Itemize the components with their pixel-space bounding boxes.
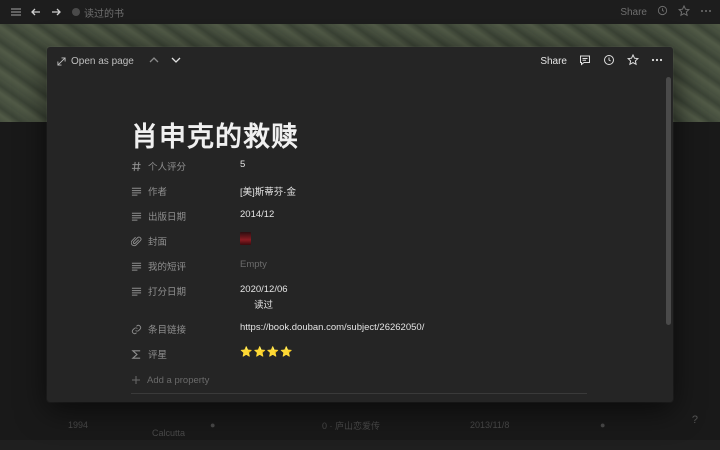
bg-cell: 1994 <box>68 420 89 430</box>
bg-cell: 2013/11/8 <box>470 420 510 430</box>
property-row[interactable]: 作者 [美]斯蒂芬·金 <box>131 180 611 205</box>
paperclip-icon <box>131 236 142 246</box>
modal-header: Open as page Share <box>47 47 673 75</box>
breadcrumb[interactable]: 读过的书 <box>72 5 124 20</box>
property-name[interactable]: 封面 <box>131 230 240 248</box>
bottom-strip <box>0 440 720 450</box>
text-icon <box>131 262 142 271</box>
property-row[interactable]: 打分日期 2020/12/06 读过 <box>131 280 611 318</box>
chevron-up-icon[interactable] <box>148 54 160 69</box>
page-peek-modal: Open as page Share 肖申克的救赎 个人评分 5 作者 [美]斯… <box>47 47 673 402</box>
bg-dot-icon: ● <box>210 420 216 430</box>
top-star-icon[interactable] <box>677 4 691 20</box>
property-row[interactable]: 我的短评 Empty <box>131 255 611 280</box>
page-title[interactable]: 肖申克的救赎 <box>131 115 299 154</box>
top-share-button[interactable]: Share <box>620 7 647 18</box>
forward-arrow-icon[interactable] <box>48 4 64 20</box>
property-name[interactable]: 出版日期 <box>131 205 240 223</box>
breadcrumb-label: 读过的书 <box>84 8 124 20</box>
bg-cell: 0 · 庐山恋爱传 <box>322 420 381 431</box>
comment-icon[interactable] <box>579 54 591 69</box>
link-icon <box>131 324 142 334</box>
top-bar: 读过的书 Share <box>0 0 720 24</box>
sigma-icon <box>131 349 141 359</box>
property-row[interactable]: 条目链接 https://book.douban.com/subject/262… <box>131 318 611 343</box>
property-name-label: 封面 <box>148 237 168 248</box>
cover-thumbnail[interactable] <box>240 232 251 245</box>
property-name-label: 打分日期 <box>148 287 187 298</box>
history-icon[interactable] <box>603 54 615 69</box>
text-icon <box>131 212 142 221</box>
back-arrow-icon[interactable] <box>28 4 44 20</box>
property-row[interactable]: 封面 <box>131 230 611 255</box>
property-name[interactable]: 个人评分 <box>131 155 240 173</box>
chevron-down-icon[interactable] <box>170 54 182 69</box>
property-value-link[interactable]: https://book.douban.com/subject/26262050… <box>240 318 424 333</box>
add-property-button[interactable]: Add a property <box>131 368 611 392</box>
property-name[interactable]: 打分日期 <box>131 280 240 298</box>
property-value-status: 读过 <box>254 300 274 311</box>
property-row[interactable]: 评星 ⭐⭐⭐⭐ <box>131 343 611 368</box>
property-value-empty[interactable]: Empty <box>240 255 267 270</box>
property-name[interactable]: 我的短评 <box>131 255 240 273</box>
property-row[interactable]: 出版日期 2014/12 <box>131 205 611 230</box>
bg-cell: Calcutta <box>152 428 186 438</box>
modal-share-button[interactable]: Share <box>540 56 567 67</box>
more-options-icon[interactable] <box>651 54 663 69</box>
property-name-label: 个人评分 <box>148 162 187 173</box>
property-name-label: 我的短评 <box>148 262 187 273</box>
property-name-label: 作者 <box>148 187 168 198</box>
top-history-icon[interactable] <box>657 5 668 19</box>
hash-icon <box>131 161 141 171</box>
expand-icon <box>57 56 66 66</box>
property-name[interactable]: 评星 <box>131 343 240 361</box>
page-icon <box>72 8 80 16</box>
plus-icon <box>132 376 140 384</box>
menu-icon[interactable] <box>8 4 24 20</box>
open-as-page-label: Open as page <box>71 55 134 67</box>
property-value[interactable]: [美]斯蒂芬·金 <box>240 180 296 198</box>
text-icon <box>131 187 142 196</box>
property-row[interactable]: 个人评分 5 <box>131 155 611 180</box>
property-value[interactable]: 5 <box>240 155 245 170</box>
property-name-label: 条目链接 <box>148 325 187 336</box>
property-value-date: 2020/12/06 <box>240 284 288 295</box>
property-list: 个人评分 5 作者 [美]斯蒂芬·金 出版日期 2014/12 封面 我的短评 … <box>131 155 611 392</box>
text-icon <box>131 287 142 296</box>
property-name-label: 出版日期 <box>148 212 187 223</box>
scrollbar[interactable] <box>666 77 671 325</box>
star-rating: ⭐⭐⭐⭐ <box>240 347 294 358</box>
property-name[interactable]: 条目链接 <box>131 318 240 336</box>
bg-dot-icon: ● <box>600 420 606 430</box>
background-table-row: 1994 Calcutta ● 0 · 庐山恋爱传 2013/11/8 ● <box>0 410 720 440</box>
top-more-icon[interactable] <box>700 5 712 20</box>
property-name-label: 评星 <box>148 350 168 361</box>
favorite-star-icon[interactable] <box>626 53 640 69</box>
open-as-page-button[interactable]: Open as page <box>57 56 134 67</box>
property-name[interactable]: 作者 <box>131 180 240 198</box>
property-value[interactable] <box>240 230 251 248</box>
help-button[interactable]: ? <box>692 414 698 426</box>
add-property-label: Add a property <box>147 374 210 386</box>
divider <box>131 393 587 394</box>
property-value[interactable]: 2014/12 <box>240 205 274 220</box>
property-value[interactable]: 2020/12/06 读过 <box>240 280 288 311</box>
